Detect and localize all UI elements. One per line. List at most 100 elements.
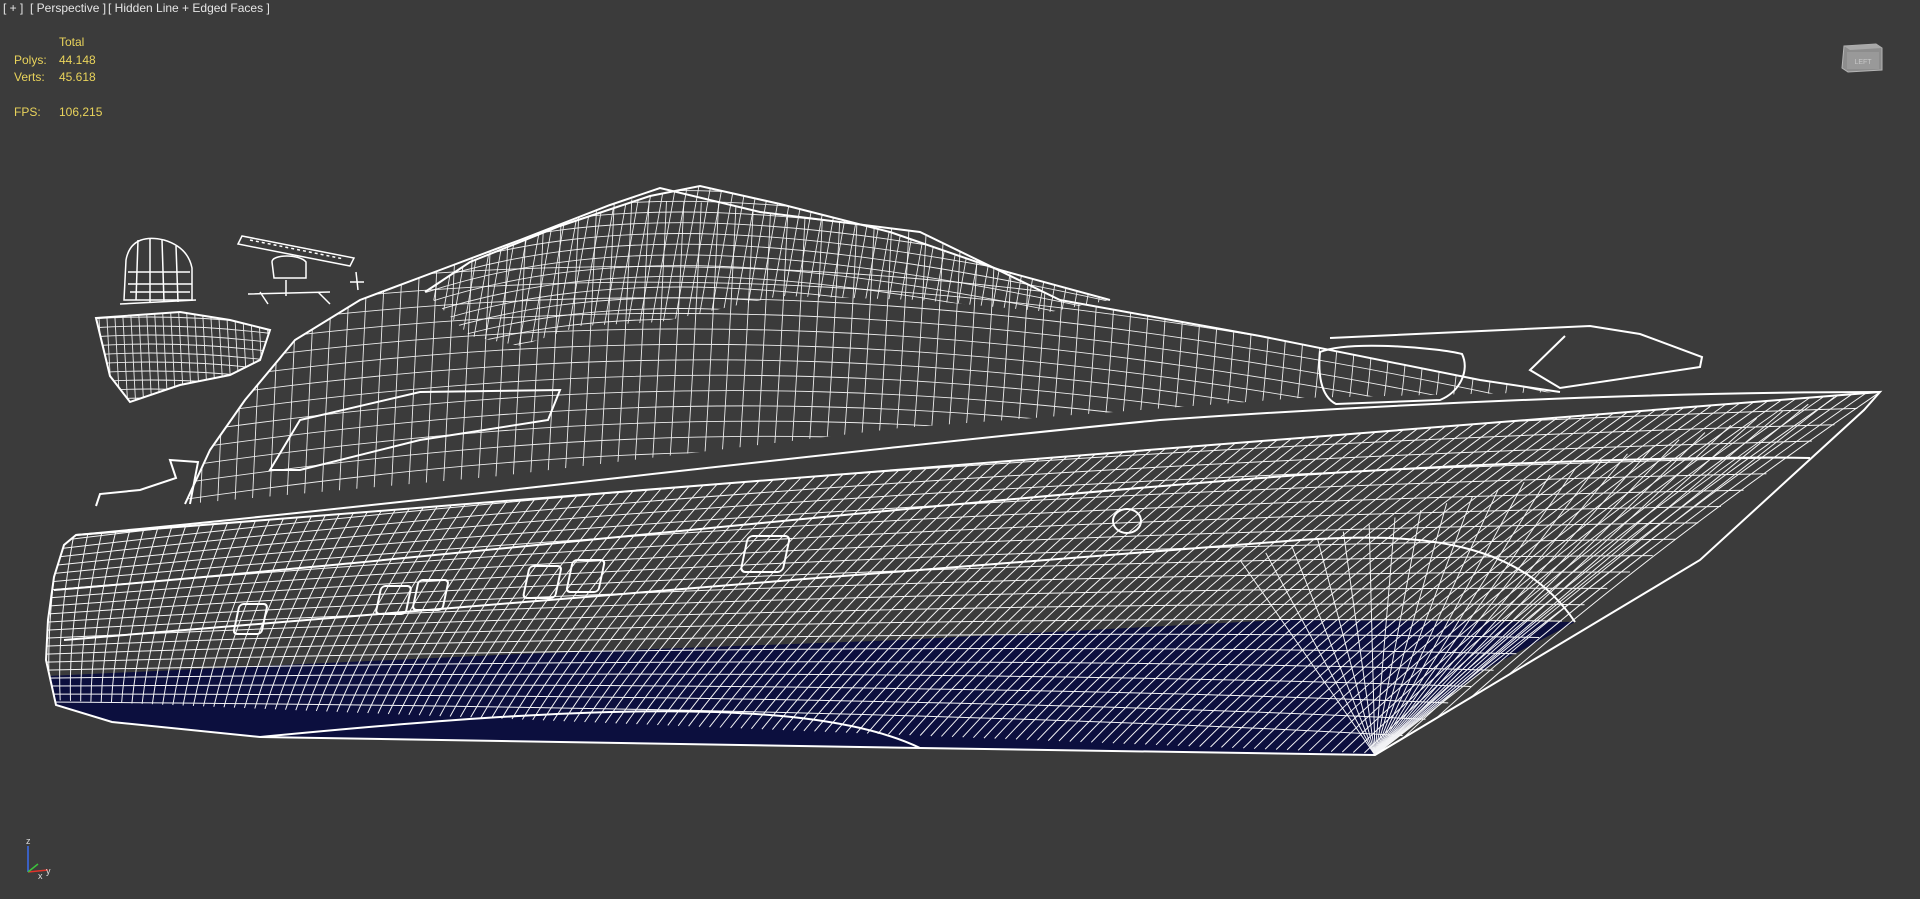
mesh-edge: [867, 186, 899, 346]
mesh-edge: [1050, 218, 1067, 444]
svg-text:LEFT: LEFT: [1854, 59, 1872, 66]
mesh-edge: [320, 188, 337, 504]
mesh-edge: [96, 397, 270, 402]
mesh-edge: [1120, 221, 1137, 438]
mesh-edge: [1374, 396, 1835, 755]
mesh-edge: [185, 312, 193, 402]
mesh-edge: [739, 186, 771, 346]
mesh-edge: [1374, 460, 1603, 755]
mesh-edge: [1537, 239, 1554, 402]
mesh-edge: [96, 343, 270, 353]
mesh-edge: [879, 186, 911, 346]
mesh-edge: [425, 297, 1110, 346]
mesh-edge: [425, 275, 1110, 337]
mesh-edge: [541, 186, 573, 346]
mesh-edge: [1089, 186, 1110, 346]
mesh-edge: [998, 215, 1015, 449]
mesh-edge: [1293, 228, 1310, 423]
mesh-edge: [1346, 230, 1362, 419]
mesh-edge: [193, 312, 201, 402]
axis-x-label: x: [38, 871, 43, 880]
mesh-edge: [1137, 221, 1154, 437]
hardtop-outline: [424, 184, 1111, 301]
mesh-edge: [996, 186, 1028, 346]
mesh-edge: [1085, 219, 1102, 441]
mesh-edge: [963, 214, 980, 452]
mesh-edge: [657, 186, 689, 346]
mesh-edge: [177, 312, 185, 402]
mesh-edge: [161, 312, 169, 402]
mesh-edge: [646, 186, 678, 346]
cabin-wire-grid: [185, 188, 1560, 504]
mesh-edge: [737, 204, 754, 471]
perspective-viewport[interactable]: [ + ] [ Perspective ] [ Hidden Line + Ed…: [0, 0, 1920, 899]
mesh-edge: [824, 208, 841, 464]
mesh-edge: [241, 312, 249, 402]
mesh-edge: [1033, 217, 1050, 446]
mesh-edge: [807, 207, 824, 465]
mesh-edge: [233, 312, 241, 402]
mesh-edge: [894, 211, 911, 458]
mesh-edge: [145, 312, 153, 402]
mesh-edge: [1154, 222, 1171, 435]
mesh-edge: [1554, 239, 1560, 401]
mesh-edge: [390, 189, 407, 501]
mesh-edge: [225, 312, 233, 402]
mesh-edge: [1467, 236, 1484, 408]
mesh-edge: [303, 188, 320, 504]
mesh-edge: [1102, 220, 1119, 440]
mesh-edge: [265, 312, 270, 402]
mesh-edge: [844, 186, 876, 346]
mesh-edge: [681, 186, 713, 346]
mesh-edge: [46, 571, 1631, 623]
mesh-edge: [96, 325, 270, 335]
mesh-edge: [755, 205, 772, 470]
mesh-edge: [772, 206, 789, 468]
windshield-frame: [1318, 344, 1466, 406]
mesh-edge: [1519, 238, 1536, 404]
radar-dome: [119, 237, 197, 305]
mesh-edge: [1042, 186, 1074, 346]
mesh-edge: [185, 297, 1560, 414]
mesh-edge: [373, 188, 389, 503]
mesh-edge: [137, 312, 145, 402]
mesh-edge: [1450, 235, 1467, 410]
mesh-edge: [185, 281, 1560, 400]
mesh-edge: [96, 312, 97, 402]
mesh-edge: [1374, 439, 1680, 755]
viewcube-icon[interactable]: LEFT: [1838, 38, 1886, 78]
mesh-edge: [217, 312, 225, 402]
mesh-edge: [1259, 227, 1276, 426]
mesh-edge: [425, 186, 444, 346]
mesh-edge: [1408, 392, 1867, 755]
mesh-edge: [611, 186, 643, 346]
mesh-edge: [668, 201, 685, 477]
mesh-edge: [633, 200, 650, 480]
mesh-edge: [1224, 225, 1241, 429]
mesh-edge: [96, 334, 270, 344]
yacht-wireframe-model[interactable]: [0, 0, 1920, 899]
mesh-edge: [1374, 425, 1732, 755]
axis-y-label: y: [46, 866, 51, 876]
mesh-edge: [949, 186, 981, 346]
mesh-edge: [1386, 394, 1839, 755]
mesh-edge: [185, 188, 198, 504]
mesh-edge: [46, 473, 1767, 576]
mesh-edge: [169, 312, 177, 402]
mesh-edge: [1172, 223, 1189, 434]
mesh-edge: [842, 209, 859, 462]
foredeck-rail: [1329, 324, 1704, 390]
mesh-edge: [407, 190, 424, 500]
mesh-edge: [1031, 186, 1063, 346]
mesh-edge: [48, 534, 61, 701]
mesh-edge: [856, 186, 888, 346]
mesh-edge: [911, 212, 928, 456]
axis-z-label: z: [26, 836, 31, 846]
mesh-edge: [703, 203, 720, 474]
axis-tripod-icon: z x y: [26, 836, 51, 880]
mesh-edge: [185, 390, 1560, 494]
flybridge-outline: [94, 310, 272, 404]
mesh-edge: [1007, 186, 1039, 346]
mesh-edge: [786, 186, 818, 346]
mesh-edge: [425, 191, 442, 498]
